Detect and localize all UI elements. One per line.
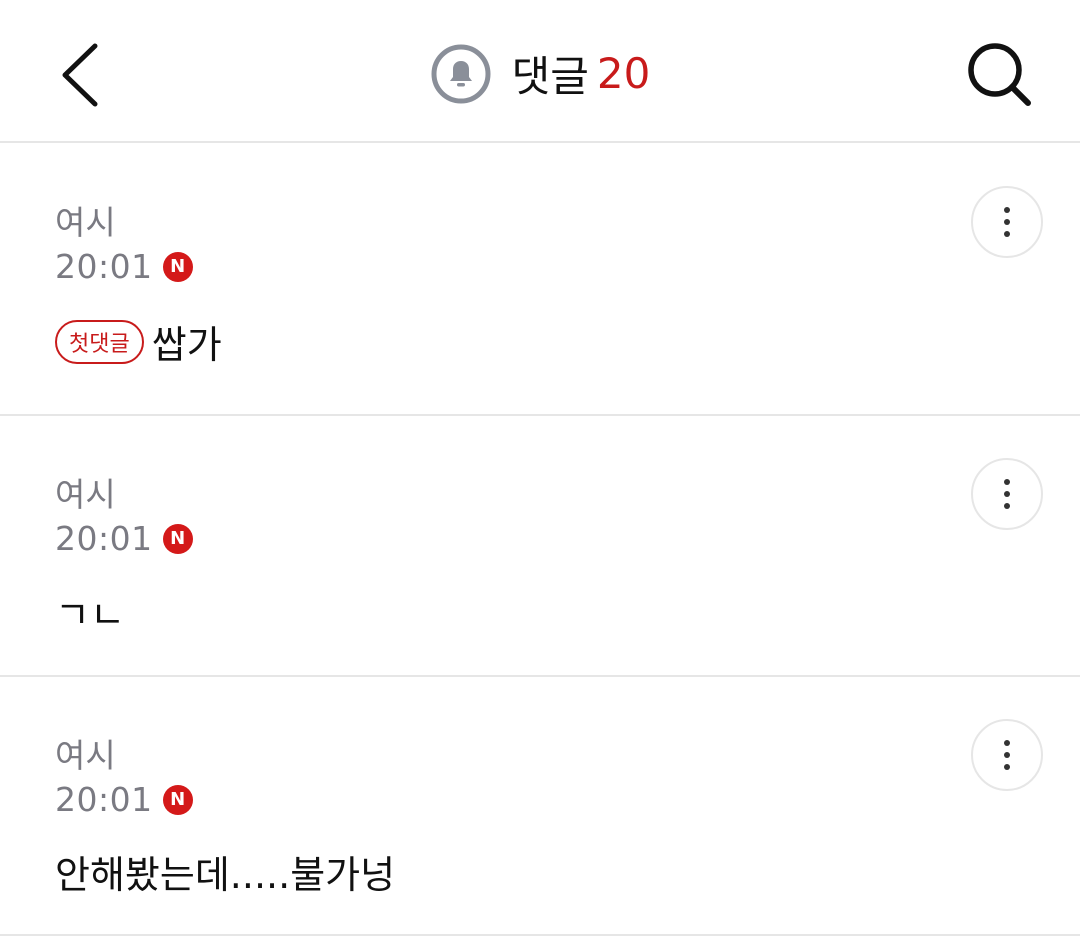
comment-author: 여시 bbox=[55, 475, 116, 514]
page-title: 댓글 bbox=[511, 52, 589, 101]
comment-item: 여시 20:01 N 첫댓글 쌉가 bbox=[0, 144, 1080, 416]
back-arrow-icon bbox=[62, 43, 98, 107]
comment-meta: 20:01 N bbox=[55, 780, 193, 819]
comment-body: 첫댓글 쌉가 bbox=[55, 314, 222, 369]
comment-time: 20:01 bbox=[55, 519, 153, 558]
comment-time: 20:01 bbox=[55, 780, 153, 819]
comment-meta: 20:01 N bbox=[55, 247, 193, 286]
header-title-group: 댓글 20 bbox=[0, 0, 1080, 143]
comment-author: 여시 bbox=[55, 736, 116, 775]
comment-text: 안해봤는데.....불가넝 bbox=[55, 853, 396, 897]
comment-meta: 20:01 N bbox=[55, 519, 193, 558]
back-button[interactable] bbox=[44, 30, 114, 120]
first-comment-tag: 첫댓글 bbox=[55, 319, 144, 364]
search-button[interactable] bbox=[955, 30, 1045, 120]
comment-body: 안해봤는데.....불가넝 bbox=[55, 844, 395, 899]
search-icon bbox=[968, 43, 1031, 106]
comment-body: ㄱㄴ bbox=[55, 584, 125, 639]
comment-item: 여시 20:01 N 안해봤는데.....불가넝 bbox=[0, 677, 1080, 936]
more-vertical-icon bbox=[1004, 740, 1010, 770]
comment-time: 20:01 bbox=[55, 247, 153, 286]
comment-author: 여시 bbox=[55, 203, 116, 242]
comment-count: 20 bbox=[596, 49, 651, 98]
more-vertical-icon bbox=[1004, 479, 1010, 509]
new-badge: N bbox=[162, 523, 193, 554]
bell-icon bbox=[431, 44, 491, 103]
new-badge: N bbox=[162, 784, 193, 815]
notification-bell-button[interactable] bbox=[430, 43, 492, 105]
comment-item: 여시 20:01 N ㄱㄴ bbox=[0, 416, 1080, 677]
comment-more-button[interactable] bbox=[971, 186, 1043, 258]
comment-more-button[interactable] bbox=[971, 458, 1043, 530]
comment-text: ㄱㄴ bbox=[55, 593, 125, 637]
comment-more-button[interactable] bbox=[971, 719, 1043, 791]
comment-text: 쌉가 bbox=[151, 323, 222, 367]
new-badge: N bbox=[162, 251, 193, 282]
more-vertical-icon bbox=[1004, 207, 1010, 237]
header-bar: 댓글 20 bbox=[0, 0, 1080, 143]
